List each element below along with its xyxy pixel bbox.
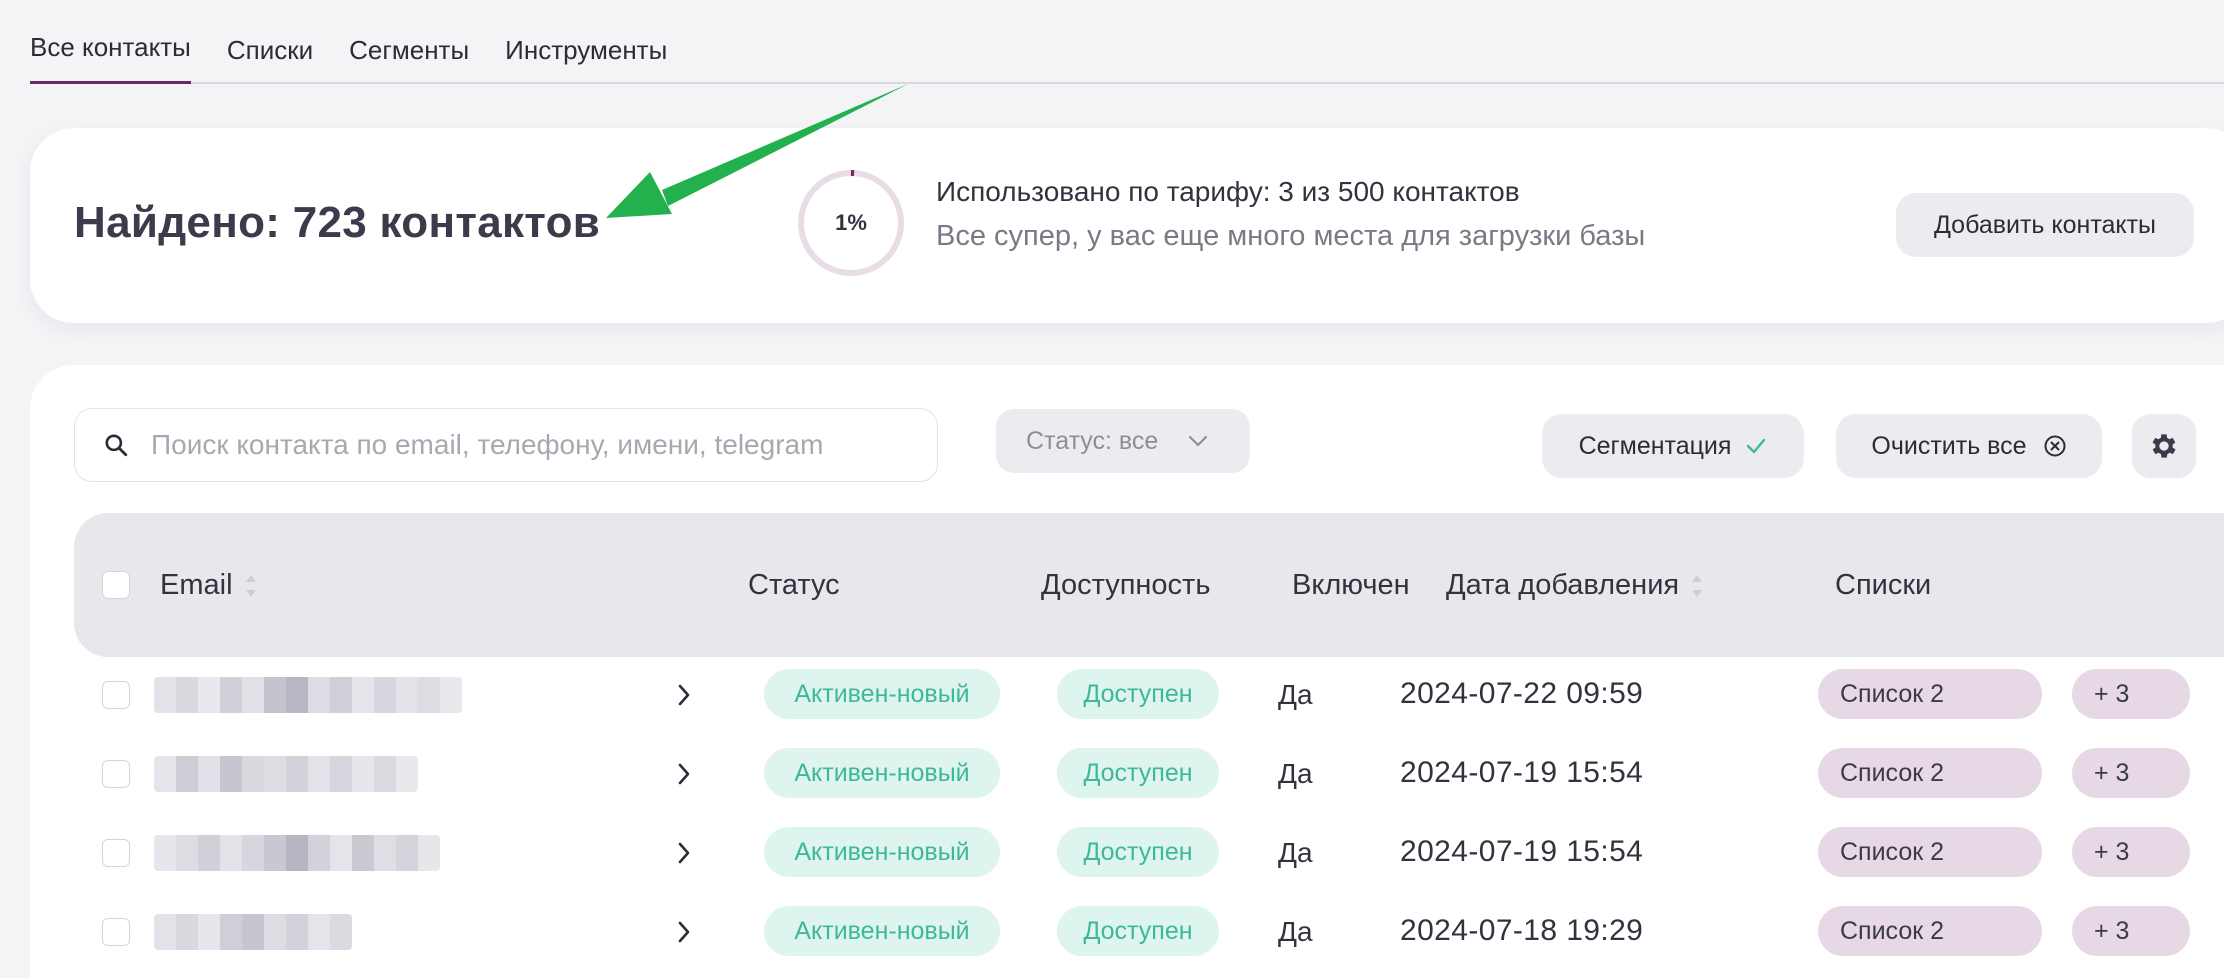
more-lists-badge[interactable]: + 3 — [2072, 906, 2190, 956]
chevron-right-icon[interactable] — [674, 839, 694, 867]
column-lists: Списки — [1835, 569, 1932, 601]
more-lists-badge[interactable]: + 3 — [2072, 827, 2190, 877]
clear-all-button[interactable]: Очистить все — [1836, 414, 2102, 478]
date-added-value: 2024-07-22 09:59 — [1400, 677, 1644, 710]
status-badge: Активен-новый — [764, 748, 1000, 798]
usage-percent-label: 1% — [835, 210, 867, 235]
enabled-value: Да — [1278, 916, 1313, 947]
tab-segments[interactable]: Сегменты — [349, 35, 469, 84]
status-filter-dropdown[interactable]: Статус: все — [996, 409, 1250, 473]
status-badge: Активен-новый — [764, 906, 1000, 956]
gear-icon — [2152, 434, 2176, 458]
date-added-value: 2024-07-18 19:29 — [1400, 914, 1644, 947]
quota-subtitle: Все супер, у вас еще много места для заг… — [936, 220, 1646, 252]
enabled-value: Да — [1278, 837, 1313, 868]
segmentation-label: Сегментация — [1578, 431, 1732, 460]
table-row[interactable]: Активен-новый Доступен Да 2024-07-19 15:… — [74, 813, 2224, 893]
status-filter-label: Статус: все — [1026, 426, 1159, 455]
tab-tools[interactable]: Инструменты — [505, 35, 667, 84]
contacts-tabs: Все контакты Списки Сегменты Инструменты — [30, 0, 2224, 84]
search-input[interactable] — [151, 429, 937, 461]
availability-badge: Доступен — [1057, 748, 1219, 798]
enabled-value: Да — [1278, 679, 1313, 710]
clear-all-label: Очистить все — [1871, 431, 2027, 460]
add-contacts-button[interactable]: Добавить контакты — [1896, 193, 2194, 257]
table-header: Email Статус Доступность Включен Дата до… — [74, 513, 2224, 657]
chevron-right-icon[interactable] — [674, 918, 694, 946]
sort-icon[interactable] — [1691, 573, 1703, 599]
more-lists-badge[interactable]: + 3 — [2072, 669, 2190, 719]
quota-title: Использовано по тарифу: 3 из 500 контакт… — [936, 176, 1520, 207]
row-checkbox[interactable] — [102, 918, 130, 946]
column-date-added[interactable]: Дата добавления — [1446, 569, 1703, 602]
tab-lists[interactable]: Списки — [227, 35, 313, 84]
email-redacted — [154, 756, 418, 792]
table-row[interactable]: Активен-новый Доступен Да 2024-07-18 19:… — [74, 892, 2224, 972]
table-row[interactable]: Активен-новый Доступен Да 2024-07-19 15:… — [74, 734, 2224, 814]
search-icon — [105, 434, 128, 457]
status-badge: Активен-новый — [764, 827, 1000, 877]
availability-badge: Доступен — [1057, 906, 1219, 956]
list-badge: Список 2 — [1818, 669, 2042, 719]
date-added-value: 2024-07-19 15:54 — [1400, 756, 1644, 789]
availability-badge: Доступен — [1057, 827, 1219, 877]
segmentation-button[interactable]: Сегментация — [1542, 414, 1804, 478]
row-checkbox[interactable] — [102, 760, 130, 788]
more-lists-badge[interactable]: + 3 — [2072, 748, 2190, 798]
chevron-right-icon[interactable] — [674, 681, 694, 709]
list-badge: Список 2 — [1818, 906, 2042, 956]
email-redacted — [154, 914, 352, 950]
list-badge: Список 2 — [1818, 748, 2042, 798]
enabled-value: Да — [1278, 758, 1313, 789]
status-badge: Активен-новый — [764, 669, 1000, 719]
tab-all-contacts[interactable]: Все контакты — [30, 32, 191, 84]
summary-card: Найдено: 723 контактов 1% Использовано п… — [30, 128, 2224, 323]
column-status: Статус — [748, 569, 840, 601]
close-circle-icon — [2044, 435, 2066, 457]
date-added-value: 2024-07-19 15:54 — [1400, 835, 1644, 868]
email-redacted — [154, 677, 462, 713]
found-count-title: Найдено: 723 контактов — [74, 198, 601, 247]
chevron-right-icon[interactable] — [674, 760, 694, 788]
row-checkbox[interactable] — [102, 681, 130, 709]
email-redacted — [154, 835, 440, 871]
table-row[interactable]: Активен-новый Доступен Да 2024-07-22 09:… — [74, 655, 2224, 735]
column-enabled: Включен — [1292, 569, 1410, 601]
column-email[interactable]: Email — [160, 569, 257, 602]
availability-badge: Доступен — [1057, 669, 1219, 719]
search-field[interactable] — [74, 408, 938, 482]
select-all-checkbox[interactable] — [102, 571, 130, 599]
column-availability: Доступность — [1041, 569, 1211, 601]
sort-icon[interactable] — [245, 573, 257, 599]
check-icon — [1747, 438, 1766, 454]
list-badge: Список 2 — [1818, 827, 2042, 877]
chevron-down-icon — [1189, 435, 1208, 447]
table-settings-button[interactable] — [2132, 414, 2196, 478]
row-checkbox[interactable] — [102, 839, 130, 867]
contacts-panel: Статус: все Сегментация Очистить все Ema… — [30, 365, 2224, 978]
